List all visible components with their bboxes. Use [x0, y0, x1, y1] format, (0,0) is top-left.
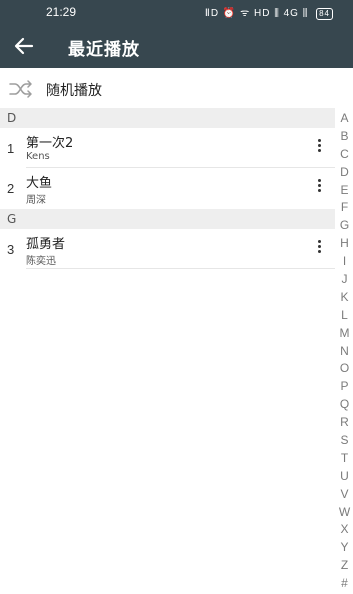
signal-icons: ⅡD ⏰ ᯤ HD ⫼ 4G ⫼	[204, 8, 309, 19]
index-letter[interactable]: M	[336, 325, 353, 343]
shuffle-play-button[interactable]: 随机播放	[0, 72, 353, 106]
song-row[interactable]: 1 第一次2 Kens	[0, 128, 335, 168]
index-letter[interactable]: T	[336, 450, 353, 468]
more-options-icon[interactable]	[307, 177, 331, 199]
section-letter: D	[7, 111, 17, 125]
index-letter[interactable]: K	[336, 289, 353, 307]
song-row[interactable]: 3 孤勇者 陈奕迅	[0, 229, 335, 269]
more-options-icon[interactable]	[307, 238, 331, 260]
index-letter[interactable]: B	[336, 128, 353, 146]
index-letter[interactable]: V	[336, 486, 353, 504]
song-title: 大鱼	[26, 176, 53, 191]
index-letter[interactable]: X	[336, 521, 353, 539]
toolbar: 最近播放	[0, 24, 353, 68]
index-letter[interactable]: #	[336, 575, 353, 593]
index-letter[interactable]: Y	[336, 539, 353, 557]
song-title: 孤勇者	[26, 237, 66, 252]
index-letter[interactable]: O	[336, 360, 353, 378]
song-row[interactable]: 2 大鱼 周深	[0, 168, 335, 208]
alphabet-index-bar[interactable]: A B C D E F G H I J K L M N O P Q R S T U V W X Y Z #	[336, 110, 353, 592]
index-letter[interactable]: G	[336, 217, 353, 235]
index-letter[interactable]: R	[336, 414, 353, 432]
song-artist: 陈奕迅	[26, 256, 56, 267]
section-letter: G	[7, 212, 17, 226]
back-button[interactable]	[10, 32, 38, 60]
index-letter[interactable]: A	[336, 110, 353, 128]
shuffle-icon	[9, 80, 32, 98]
shuffle-label: 随机播放	[46, 83, 102, 99]
more-options-icon[interactable]	[307, 137, 331, 159]
battery-icon: 84	[316, 8, 333, 20]
row-divider	[26, 268, 335, 269]
status-bar: 21:29 ⅡD ⏰ ᯤ HD ⫼ 4G ⫼ 84	[0, 0, 353, 24]
index-letter[interactable]: P	[336, 378, 353, 396]
section-header-d: D	[0, 108, 335, 128]
index-letter[interactable]: W	[336, 504, 353, 522]
index-letter[interactable]: N	[336, 343, 353, 361]
page-title: 最近播放	[68, 40, 140, 60]
index-letter[interactable]: I	[336, 253, 353, 271]
index-letter[interactable]: H	[336, 235, 353, 253]
app-header: 21:29 ⅡD ⏰ ᯤ HD ⫼ 4G ⫼ 84 最近播放	[0, 0, 353, 68]
index-letter[interactable]: C	[336, 146, 353, 164]
index-letter[interactable]: S	[336, 432, 353, 450]
song-index: 1	[7, 141, 15, 156]
index-letter[interactable]: J	[336, 271, 353, 289]
index-letter[interactable]: Q	[336, 396, 353, 414]
song-index: 3	[7, 242, 15, 257]
status-time: 21:29	[46, 5, 77, 19]
arrow-left-icon	[14, 37, 34, 55]
song-title: 第一次2	[26, 136, 74, 151]
section-header-g: G	[0, 209, 335, 229]
index-letter[interactable]: Z	[336, 557, 353, 575]
index-letter[interactable]: L	[336, 307, 353, 325]
index-letter[interactable]: F	[336, 199, 353, 217]
status-icons: ⅡD ⏰ ᯤ HD ⫼ 4G ⫼ 84	[205, 5, 333, 20]
song-artist: Kens	[26, 151, 50, 162]
index-letter[interactable]: D	[336, 164, 353, 182]
song-artist: 周深	[26, 195, 46, 206]
index-letter[interactable]: U	[336, 468, 353, 486]
song-index: 2	[7, 181, 15, 196]
index-letter[interactable]: E	[336, 182, 353, 200]
